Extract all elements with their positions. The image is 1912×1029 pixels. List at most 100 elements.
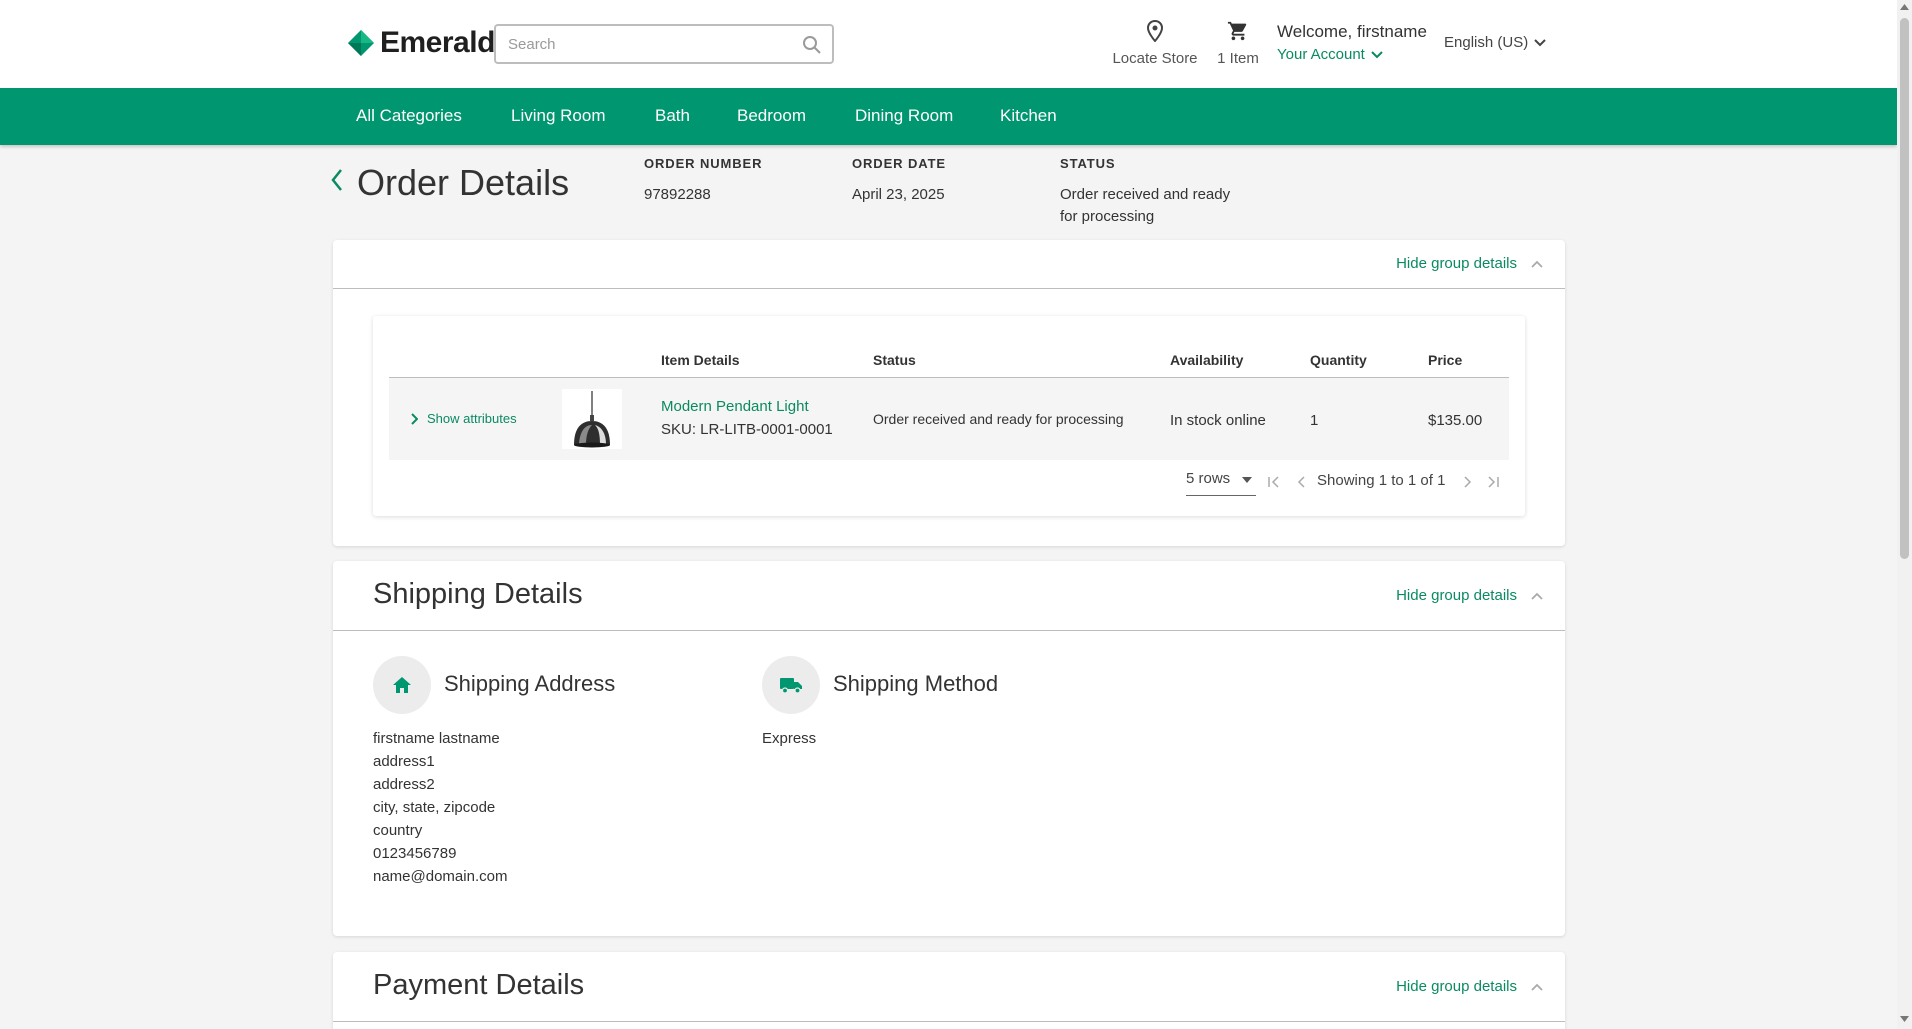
items-group-header: Hide group details <box>333 240 1565 289</box>
your-account-label: Your Account <box>1277 46 1365 63</box>
chevron-up-icon <box>1531 592 1543 600</box>
item-status: Order received and ready for processing <box>873 411 1124 427</box>
chevron-right-icon <box>411 412 418 425</box>
order-status-value: Order received and ready for processing <box>1060 186 1231 225</box>
product-sku: SKU: LR-LITB-0001-0001 <box>661 421 833 438</box>
nav-item-dining-room[interactable]: Dining Room <box>855 106 953 126</box>
pendant-light-image <box>574 391 610 448</box>
item-quantity: 1 <box>1310 412 1319 429</box>
hide-group-details-label: Hide group details <box>1396 587 1517 604</box>
locate-store-label: Locate Store <box>1112 50 1198 67</box>
previous-page-icon[interactable] <box>1297 476 1307 488</box>
language-selector[interactable]: English (US) <box>1444 34 1546 51</box>
shipping-address: firstname lastname address1 address2 cit… <box>373 727 507 888</box>
first-page-icon[interactable] <box>1267 476 1281 488</box>
order-date-label: ORDER DATE <box>852 156 946 171</box>
cart-icon <box>1227 21 1247 41</box>
column-header-quantity: Quantity <box>1310 352 1367 368</box>
order-status-label: STATUS <box>1060 156 1116 171</box>
hide-group-details-label: Hide group details <box>1396 255 1517 272</box>
locate-store-button[interactable]: Locate Store <box>1108 19 1202 67</box>
next-page-icon[interactable] <box>1462 476 1472 488</box>
hide-group-details-button[interactable]: Hide group details <box>1396 587 1543 604</box>
column-header-item-details: Item Details <box>661 352 740 368</box>
last-page-icon[interactable] <box>1486 476 1500 488</box>
hide-group-details-button[interactable]: Hide group details <box>1396 255 1543 272</box>
address-line: city, state, zipcode <box>373 799 496 816</box>
items-group-card: Hide group details Item Details Status A… <box>333 240 1565 546</box>
shipping-method-heading: Shipping Method <box>833 671 999 696</box>
table-row: Show attributes Modern Pendant Light SKU… <box>389 378 1509 460</box>
back-chevron-icon[interactable] <box>330 168 344 192</box>
search-icon[interactable] <box>802 35 822 55</box>
top-header: Emerald Locate Store 1 Item Welcome, fir… <box>0 0 1897 88</box>
home-icon <box>393 677 411 693</box>
address-line: name@domain.com <box>373 868 508 885</box>
item-price: $135.00 <box>1428 412 1483 429</box>
page-scrollbar[interactable] <box>1897 0 1912 1029</box>
rows-per-page-label: 5 rows <box>1186 470 1231 487</box>
language-label: English (US) <box>1444 34 1529 51</box>
address-line: 0123456789 <box>373 845 457 862</box>
logo-text: Emerald <box>380 26 495 59</box>
address-line: address2 <box>373 776 435 793</box>
items-table: Item Details Status Availability Quantit… <box>373 316 1525 516</box>
your-account-menu[interactable]: Your Account <box>1277 46 1427 63</box>
search-input[interactable] <box>508 26 788 62</box>
hide-group-details-label: Hide group details <box>1396 978 1517 995</box>
shipping-details-card: Shipping Details Hide group details Ship… <box>333 561 1565 936</box>
nav-item-bath[interactable]: Bath <box>655 106 690 126</box>
category-nav: All Categories Living Room Bath Bedroom … <box>0 88 1897 145</box>
address-line: country <box>373 822 423 839</box>
location-pin-icon <box>1146 19 1164 43</box>
search-box <box>494 24 834 64</box>
order-number-value: 97892288 <box>644 186 711 203</box>
order-date: ORDER DATE April 23, 2025 <box>852 156 946 206</box>
column-header-status: Status <box>873 352 916 368</box>
home-icon-circle <box>373 656 431 714</box>
truck-icon-circle <box>762 656 820 714</box>
nav-item-bedroom[interactable]: Bedroom <box>737 106 806 126</box>
nav-item-living-room[interactable]: Living Room <box>511 106 606 126</box>
chevron-down-icon <box>1371 50 1383 58</box>
product-name-link[interactable]: Modern Pendant Light <box>661 398 809 415</box>
show-attributes-button[interactable]: Show attributes <box>411 411 517 426</box>
truck-icon <box>780 678 802 694</box>
column-header-price: Price <box>1428 352 1463 368</box>
product-thumbnail[interactable] <box>562 389 622 449</box>
page-title: Order Details <box>357 162 570 203</box>
scroll-up-arrow-icon[interactable] <box>1900 4 1909 10</box>
order-number: ORDER NUMBER 97892288 <box>644 156 762 206</box>
chevron-up-icon <box>1531 983 1543 991</box>
order-number-label: ORDER NUMBER <box>644 156 763 171</box>
show-attributes-label: Show attributes <box>427 411 517 426</box>
item-availability: In stock online <box>1170 412 1266 429</box>
shipping-method-value: Express <box>762 730 817 747</box>
address-line: address1 <box>373 753 435 770</box>
pagination-status: Showing 1 to 1 of 1 <box>1317 472 1446 489</box>
scroll-down-arrow-icon[interactable] <box>1900 1016 1909 1022</box>
welcome-text: Welcome, firstname <box>1277 22 1427 41</box>
nav-item-kitchen[interactable]: Kitchen <box>1000 106 1057 126</box>
payment-details-title: Payment Details <box>373 969 585 1001</box>
payment-details-card: Payment Details Hide group details <box>333 952 1565 1029</box>
account-area: Welcome, firstname Your Account <box>1277 22 1427 63</box>
order-date-value: April 23, 2025 <box>852 186 945 203</box>
rows-per-page-select[interactable]: 5 rows <box>1186 470 1256 496</box>
nav-item-all-categories[interactable]: All Categories <box>356 106 462 126</box>
chevron-up-icon <box>1531 260 1543 268</box>
dropdown-caret-icon <box>1242 477 1252 483</box>
column-header-availability: Availability <box>1170 352 1244 368</box>
shipping-address-heading: Shipping Address <box>444 671 616 696</box>
address-line: firstname lastname <box>373 730 500 747</box>
order-status: STATUS Order received and ready for proc… <box>1060 156 1250 228</box>
logo[interactable]: Emerald <box>348 26 495 60</box>
cart-count: 1 Item <box>1217 50 1259 67</box>
emerald-logo-icon <box>348 30 374 56</box>
shipping-details-title: Shipping Details <box>373 578 583 610</box>
cart-button[interactable]: 1 Item <box>1212 20 1264 67</box>
hide-group-details-button[interactable]: Hide group details <box>1396 978 1543 995</box>
chevron-down-icon <box>1534 38 1546 46</box>
payment-details-header: Payment Details Hide group details <box>333 952 1565 1022</box>
scrollbar-thumb[interactable] <box>1900 18 1909 559</box>
